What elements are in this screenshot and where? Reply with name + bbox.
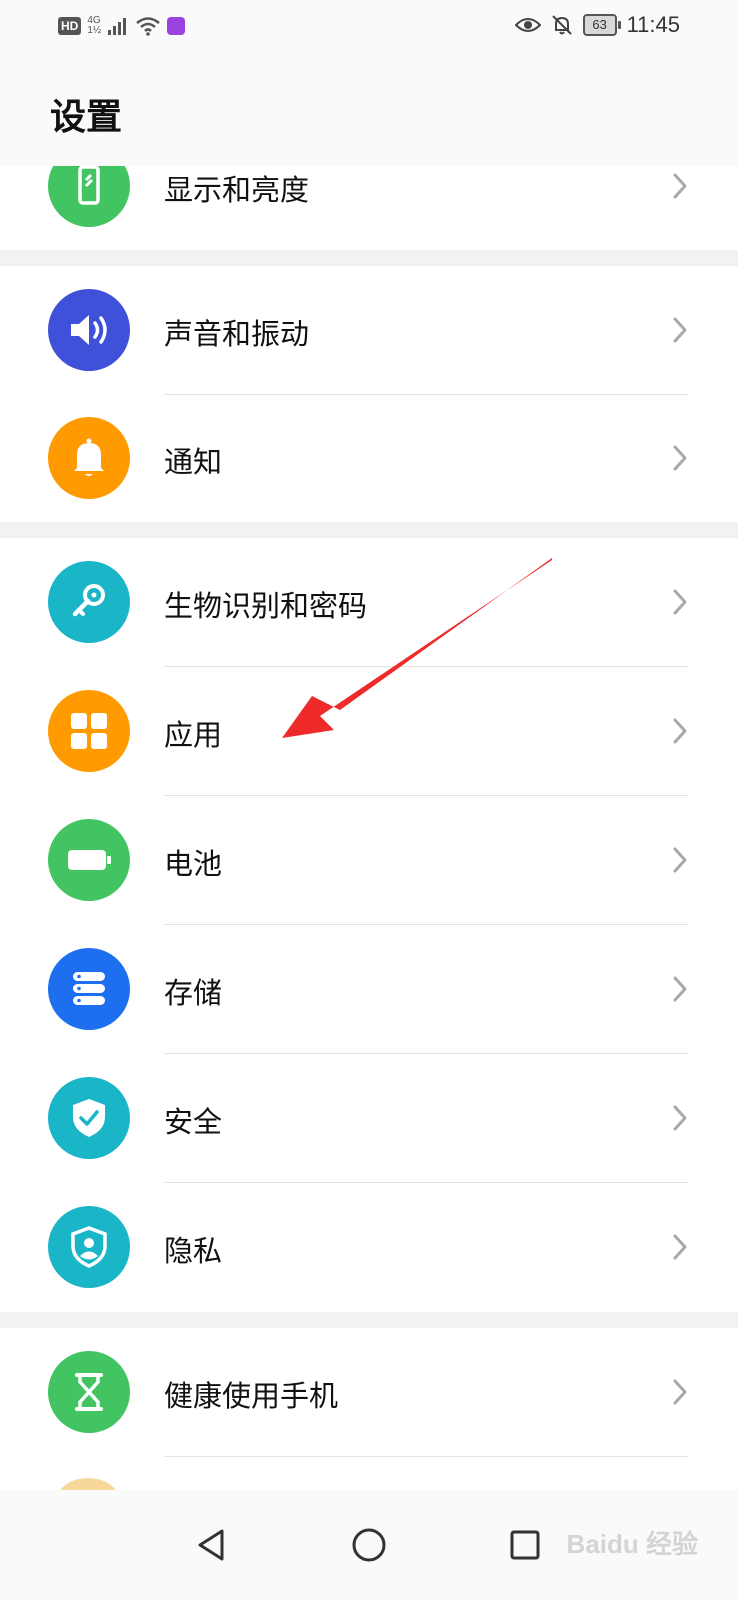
wifi-icon xyxy=(136,17,161,36)
nav-recents-button[interactable] xyxy=(500,1520,550,1570)
settings-item-apps[interactable]: 应用 xyxy=(0,667,738,795)
chevron-right-icon xyxy=(673,1234,687,1260)
status-bar: HD 4G 1½ 63 11:45 xyxy=(0,0,738,56)
chevron-right-icon xyxy=(673,1105,687,1131)
eye-icon xyxy=(514,18,541,32)
hourglass-icon xyxy=(48,1351,130,1433)
nav-home-button[interactable] xyxy=(344,1520,394,1570)
storage-icon xyxy=(48,948,130,1030)
chevron-right-icon xyxy=(673,173,687,199)
partial-item-icon xyxy=(58,1478,118,1490)
settings-item-notifications[interactable]: 通知 xyxy=(0,394,738,522)
recents-icon xyxy=(510,1530,540,1560)
settings-item-label: 生物识别和密码 xyxy=(164,589,368,623)
chevron-right-icon xyxy=(673,976,687,1002)
battery-icon xyxy=(48,819,130,901)
privacy-shield-icon xyxy=(48,1206,130,1288)
battery-icon: 63 xyxy=(582,14,621,36)
page-title: 设置 xyxy=(50,97,123,138)
apps-grid-icon xyxy=(48,690,130,772)
baidu-watermark: Baidu 经验 xyxy=(566,1529,698,1559)
settings-group-system: 生物识别和密码 应用 电池 存储 安全 隐私 xyxy=(0,538,738,1312)
chevron-right-icon xyxy=(673,718,687,744)
network-sub-label: 1½ xyxy=(87,25,102,36)
settings-item-label: 隐私 xyxy=(164,1234,223,1268)
settings-item-sound[interactable]: 声音和振动 xyxy=(0,266,738,394)
settings-item-label: 安全 xyxy=(164,1105,223,1139)
settings-item-battery[interactable]: 电池 xyxy=(0,796,738,924)
settings-item-label: 应用 xyxy=(164,718,223,752)
settings-item-label: 健康使用手机 xyxy=(164,1379,339,1413)
settings-item-label: 电池 xyxy=(164,847,223,881)
settings-group-health: 健康使用手机 xyxy=(0,1328,738,1490)
settings-item-digital-balance[interactable]: 健康使用手机 xyxy=(0,1328,738,1456)
bell-off-icon xyxy=(551,15,572,35)
settings-item-storage[interactable]: 存储 xyxy=(0,925,738,1053)
settings-group-display: 显示和亮度 xyxy=(0,166,738,250)
app-notification-icon xyxy=(167,17,186,35)
chevron-right-icon xyxy=(673,317,687,343)
chevron-right-icon xyxy=(673,1379,687,1405)
settings-item-security[interactable]: 安全 xyxy=(0,1054,738,1182)
key-icon xyxy=(48,561,130,643)
back-icon xyxy=(198,1529,224,1561)
divider xyxy=(164,1456,688,1457)
chevron-right-icon xyxy=(673,445,687,471)
display-phone-icon xyxy=(48,166,130,227)
settings-item-label: 通知 xyxy=(164,445,223,479)
settings-item-label: 声音和振动 xyxy=(164,317,310,351)
bell-icon xyxy=(48,417,130,499)
home-icon xyxy=(352,1528,386,1562)
shield-check-icon xyxy=(48,1077,130,1159)
chevron-right-icon xyxy=(673,847,687,873)
hd-badge: HD xyxy=(58,17,82,35)
settings-item-label: 显示和亮度 xyxy=(164,173,310,207)
settings-group-sound: 声音和振动 通知 xyxy=(0,266,738,522)
system-nav-bar: Baidu 经验 xyxy=(0,1490,738,1600)
settings-header: 设置 xyxy=(0,56,738,166)
settings-item-label: 存储 xyxy=(164,976,223,1010)
settings-item-privacy[interactable]: 隐私 xyxy=(0,1183,738,1311)
speaker-icon xyxy=(48,289,130,371)
settings-item-biometrics[interactable]: 生物识别和密码 xyxy=(0,538,738,666)
nav-back-button[interactable] xyxy=(186,1520,236,1570)
settings-item-display[interactable]: 显示和亮度 xyxy=(0,166,738,250)
signal-icon xyxy=(108,18,127,35)
chevron-right-icon xyxy=(673,589,687,615)
status-time: 11:45 xyxy=(626,12,680,37)
